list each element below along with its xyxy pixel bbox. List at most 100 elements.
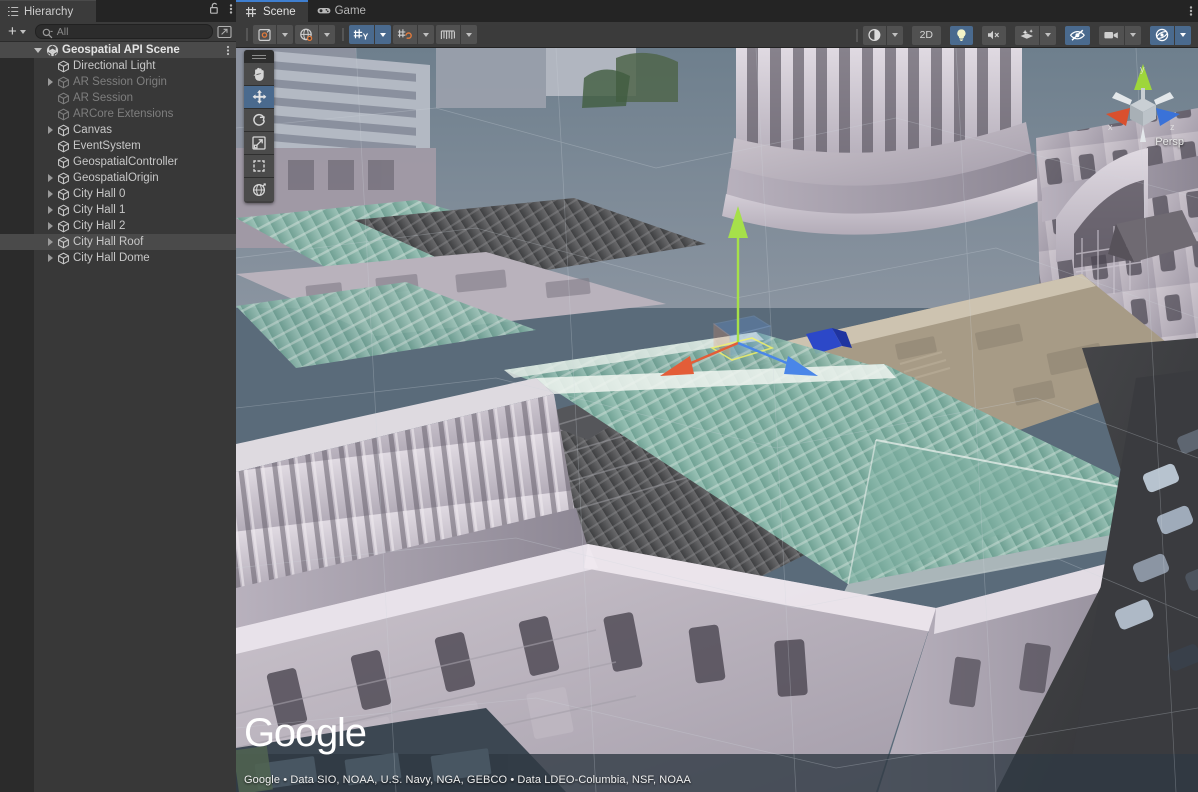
lock-icon[interactable] [209,2,220,20]
google-logo: Google [244,712,368,756]
camera-settings[interactable] [1099,26,1124,45]
chevron-right-icon[interactable] [48,238,53,246]
hierarchy-item-city-hall-dome[interactable]: City Hall Dome [0,250,236,266]
geospatial-3d-city-render [236,48,1198,792]
draw-mode-dropdown[interactable] [863,26,886,45]
chevron-down-icon[interactable] [34,48,42,53]
chevron-right-icon[interactable] [48,78,53,86]
hierarchy-item-label: GeospatialController [73,156,178,168]
gizmos-toggle[interactable] [1150,26,1174,45]
search-input[interactable]: All [35,24,213,39]
unity-scene-icon [46,44,59,57]
move-tool[interactable] [244,86,274,109]
chevron-right-icon[interactable] [48,190,53,198]
tab-game[interactable]: Game [308,0,378,22]
toolbar-grip-3[interactable] [856,29,858,42]
camera-caret[interactable] [1125,26,1141,45]
rotate-tool[interactable] [244,109,274,132]
chevron-right-icon[interactable] [48,174,53,182]
2d-label: 2D [916,29,937,41]
scene-audio-toggle[interactable] [982,26,1006,45]
hierarchy-gutter-footer [0,766,34,792]
hierarchy-scene-label: Geospatial API Scene [62,44,180,56]
hierarchy-item-geospatialcontroller[interactable]: GeospatialController [0,154,236,170]
scene-panel-menu[interactable] [1189,0,1193,22]
unity-editor-window: Hierarchy [0,0,1198,792]
hierarchy-footer [0,766,236,792]
hierarchy-item-label: AR Session [73,92,133,104]
scene-tabbar: Scene Game [236,0,1198,22]
plus-icon: + [8,25,17,38]
scene-toolbar-right: 2D [851,22,1193,48]
hierarchy-item-city-hall-1[interactable]: City Hall 1 [0,202,236,218]
handle-space-toggle[interactable] [295,25,318,44]
drag-grip-icon[interactable] [244,50,274,63]
draw-mode-caret[interactable] [887,26,903,45]
hidden-objects-toggle[interactable] [1065,26,1090,45]
pivot-toggle[interactable] [253,25,276,44]
grid-snap-toggle[interactable] [393,25,417,44]
projection-mode-label[interactable]: Persp [1155,136,1184,148]
hierarchy-item-geospatialorigin[interactable]: GeospatialOrigin [0,170,236,186]
scene-viewport[interactable]: y x z Persp Google Google • Data SIO, NO… [236,48,1198,792]
handle-space-dropdown[interactable] [319,25,335,44]
snap-increment[interactable] [436,25,460,44]
chevron-right-icon[interactable] [48,206,53,214]
hierarchy-item-city-hall-0[interactable]: City Hall 0 [0,186,236,202]
hierarchy-panel: Hierarchy [0,0,236,792]
gameobject-icon [57,76,70,89]
tab-hierarchy-label: Hierarchy [24,6,73,18]
toolbar-grip-2[interactable] [342,28,344,41]
tab-game-label: Game [335,5,366,17]
toolbar-grip[interactable] [246,28,248,41]
tab-scene[interactable]: Scene [236,0,308,22]
rect-tool[interactable] [244,155,274,178]
effects-caret[interactable] [1040,26,1056,45]
hierarchy-item-label: City Hall 2 [73,220,125,232]
hierarchy-tabbar: Hierarchy [0,0,236,22]
hierarchy-item-label: Directional Light [73,60,155,72]
hierarchy-item-ar-session-origin[interactable]: AR Session Origin [0,74,236,90]
gameobject-icon [57,124,70,137]
kebab-menu-icon[interactable] [229,2,233,21]
hierarchy-item-arcore-extensions[interactable]: ARCore Extensions [0,106,236,122]
add-gameobject-button[interactable]: + [4,23,29,40]
hierarchy-scene-row[interactable]: Geospatial API Scene [0,42,236,58]
hierarchy-item-directional-light[interactable]: Directional Light [0,58,236,74]
search-placeholder: All [57,26,69,38]
hierarchy-item-city-hall-roof[interactable]: City Hall Roof [0,234,236,250]
hierarchy-item-eventsystem[interactable]: EventSystem [0,138,236,154]
move-gizmo[interactable] [636,198,836,388]
tab-hierarchy[interactable]: Hierarchy [0,0,96,22]
hierarchy-item-canvas[interactable]: Canvas [0,122,236,138]
gameobject-icon [57,220,70,233]
hierarchy-item-label: City Hall Dome [73,252,150,264]
grid-axis-dropdown[interactable] [375,25,391,44]
hierarchy-tree[interactable]: Geospatial API Scene Directional Light AR… [0,42,236,766]
scene-lighting-toggle[interactable] [950,26,973,45]
hierarchy-item-ar-session[interactable]: AR Session [0,90,236,106]
grid-snap-dropdown[interactable] [418,25,434,44]
effects-toggle[interactable] [1015,26,1039,45]
2d-toggle[interactable]: 2D [912,26,941,45]
kebab-menu-icon[interactable] [226,45,230,59]
scene-tool-palette [244,50,274,203]
chevron-down-icon [20,30,26,34]
gamepad-icon [317,5,330,17]
pivot-dropdown[interactable] [277,25,293,44]
hierarchy-item-city-hall-2[interactable]: City Hall 2 [0,218,236,234]
scale-tool[interactable] [244,132,274,155]
hierarchy-item-label: City Hall 0 [73,188,125,200]
hand-tool[interactable] [244,63,274,86]
chevron-right-icon[interactable] [48,222,53,230]
chevron-right-icon[interactable] [48,254,53,262]
grid-axis-toggle[interactable]: Y [349,25,374,44]
chevron-right-icon[interactable] [48,126,53,134]
hierarchy-item-label: Canvas [73,124,112,136]
open-window-icon[interactable] [217,25,232,39]
snap-increment-dropdown[interactable] [461,25,477,44]
transform-tool[interactable] [244,178,274,201]
scene-panel: Scene Game [236,0,1198,792]
gizmos-caret[interactable] [1175,26,1191,45]
gameobject-icon [57,204,70,217]
